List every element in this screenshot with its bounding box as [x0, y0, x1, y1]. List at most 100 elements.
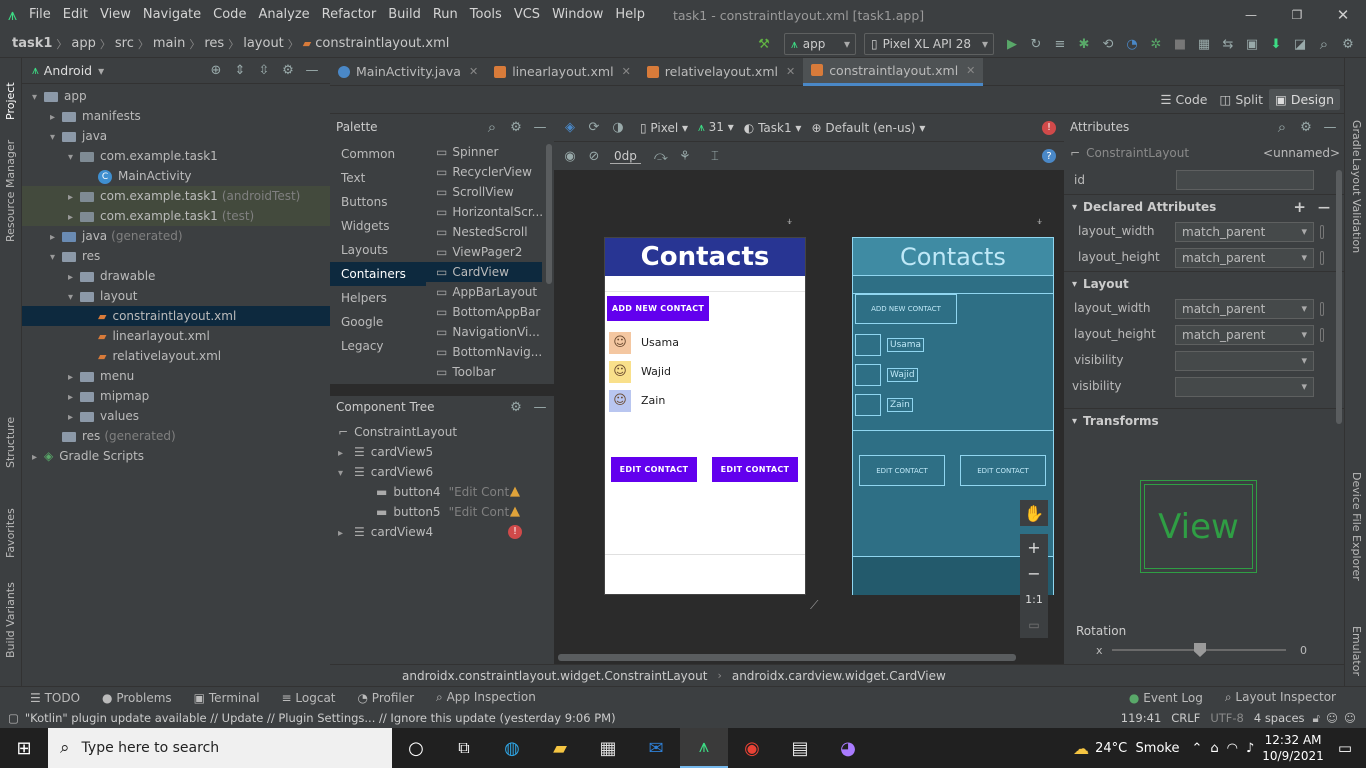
app-inspection-tool[interactable]: ⌕ App Inspection: [436, 690, 536, 705]
help-icon[interactable]: ?: [1042, 149, 1056, 163]
contact-item[interactable]: ☺ Wajid: [609, 357, 799, 386]
chrome-icon[interactable]: ◉: [728, 738, 776, 759]
rotation-slider[interactable]: [1112, 643, 1286, 657]
breadcrumb-item[interactable]: androidx.constraintlayout.widget.Constra…: [402, 669, 707, 683]
palette-item[interactable]: ▭ CardView: [426, 262, 542, 282]
split-mode-button[interactable]: ◫ Split: [1214, 92, 1270, 107]
tab-relativelayout-xml[interactable]: relativelayout.xml ✕: [639, 58, 803, 86]
tree-item[interactable]: ▸ mipmap: [22, 386, 330, 406]
expand-arrow-icon[interactable]: ▸: [50, 108, 62, 128]
contact-item[interactable]: ☺ Usama: [609, 328, 799, 357]
tree-root[interactable]: ⌐ ConstraintLayout: [338, 422, 457, 442]
resource-picker-icon[interactable]: [1320, 302, 1324, 316]
palette-item[interactable]: ▭ NestedScroll: [426, 222, 542, 242]
tree-item[interactable]: ▸ drawable: [22, 266, 330, 286]
expand-arrow-icon[interactable]: ▸: [68, 368, 80, 388]
component-node[interactable]: ▸ ☰ cardView5: [330, 442, 554, 462]
tree-item[interactable]: ▸ com.example.task1 (androidTest): [22, 186, 330, 206]
taskbar-search[interactable]: ⌕ Type here to search: [48, 728, 392, 768]
hide-panel-icon[interactable]: —: [528, 116, 552, 138]
theme-dropdown[interactable]: ◐ Task1 ▾: [744, 121, 802, 135]
edge-icon[interactable]: ◍: [488, 738, 536, 759]
layout-section-header[interactable]: ▾ Layout: [1064, 272, 1344, 296]
tree-item[interactable]: ▾ res: [22, 246, 330, 266]
tool-gradle[interactable]: Gradle: [1350, 120, 1363, 157]
rotation-slider-thumb[interactable]: [1194, 643, 1206, 657]
event-log-tool[interactable]: ● Event Log: [1129, 691, 1203, 705]
close-window-button[interactable]: ✕: [1320, 6, 1366, 24]
zoom-one-to-one-button[interactable]: 1:1: [1020, 586, 1048, 612]
tree-item[interactable]: ▾ com.example.task1: [22, 146, 330, 166]
todo-tool[interactable]: ☰ TODO: [30, 691, 80, 705]
palette-category[interactable]: Layouts: [330, 238, 426, 262]
attach-debugger-icon[interactable]: ⟲: [1096, 33, 1120, 55]
palette-category[interactable]: Common: [330, 142, 426, 166]
restore-button[interactable]: ❐: [1274, 8, 1320, 22]
component-node[interactable]: ▬ button5 "Edit Cont... ▲: [330, 502, 554, 522]
zoom-in-icon[interactable]: +: [1020, 534, 1048, 560]
tab-constraintlayout-xml[interactable]: constraintlayout.xml ✕: [803, 57, 984, 86]
blueprint-add-button[interactable]: ADD NEW CONTACT: [855, 294, 957, 324]
notifications-icon[interactable]: ▭: [1338, 739, 1352, 757]
attribute-value-dropdown[interactable]: match_parent: [1175, 325, 1314, 345]
warning-icon[interactable]: ▲: [508, 504, 522, 519]
edit-contact-button[interactable]: EDIT CONTACT: [712, 457, 798, 482]
encoding[interactable]: UTF-8: [1210, 711, 1244, 725]
cursor-position[interactable]: 119:41: [1121, 711, 1161, 725]
eye-icon[interactable]: ◉: [558, 145, 582, 167]
api-dropdown[interactable]: ⩚ 31 ▾: [698, 120, 734, 135]
breadcrumb-item[interactable]: main: [153, 36, 185, 51]
network-icon[interactable]: ⌂: [1210, 741, 1218, 756]
android-studio-taskbar-icon[interactable]: ⩚: [680, 728, 728, 768]
menu-window[interactable]: Window: [546, 0, 609, 30]
tree-item[interactable]: ▾ java: [22, 126, 330, 146]
status-message[interactable]: "Kotlin" plugin update available // Upda…: [25, 711, 616, 725]
close-tab-icon[interactable]: ✕: [622, 65, 631, 78]
error-icon[interactable]: !: [1042, 120, 1056, 135]
add-new-contact-button[interactable]: ADD NEW CONTACT: [607, 296, 709, 321]
menu-tools[interactable]: Tools: [464, 0, 508, 30]
transforms-section-header[interactable]: ▾ Transforms: [1064, 409, 1344, 433]
settings-icon[interactable]: ⚙: [1336, 33, 1360, 55]
palette-item[interactable]: ▭ BottomAppBar: [426, 302, 542, 322]
chevron-down-icon[interactable]: ▾: [98, 64, 104, 78]
declared-attributes-header[interactable]: ▾ Declared Attributes + —: [1064, 195, 1344, 219]
search-icon[interactable]: ⌕: [1312, 33, 1336, 55]
breadcrumb-item[interactable]: src: [115, 36, 134, 51]
attribute-value-dropdown[interactable]: [1175, 351, 1314, 371]
breadcrumb-item[interactable]: task1: [12, 36, 52, 51]
minimize-button[interactable]: —: [1228, 8, 1274, 22]
menu-code[interactable]: Code: [207, 0, 252, 30]
design-preview[interactable]: Contacts ADD NEW CONTACT ☺ Usama ☺ Wajid ☺ Za…: [604, 237, 806, 595]
task-view-icon[interactable]: ⧉: [440, 738, 488, 758]
tool-layout-validation[interactable]: Layout Validation: [1350, 158, 1363, 253]
close-tab-icon[interactable]: ✕: [966, 64, 975, 77]
expand-arrow-icon[interactable]: ▸: [50, 228, 62, 248]
component-node[interactable]: ▬ button4 "Edit Cont... ▲: [330, 482, 554, 502]
attribute-value-dropdown[interactable]: [1175, 377, 1314, 397]
face-icon[interactable]: ☺: [1344, 711, 1356, 725]
github-icon[interactable]: ◕: [824, 738, 872, 759]
wifi-icon[interactable]: ◠: [1227, 741, 1238, 756]
edit-contact-button[interactable]: EDIT CONTACT: [611, 457, 697, 482]
gear-icon[interactable]: ⚙: [1294, 116, 1318, 138]
align-icon[interactable]: ⌶: [703, 145, 727, 167]
palette-item[interactable]: ▭ AppBarLayout: [426, 282, 542, 302]
default-margin[interactable]: 0dp: [610, 149, 641, 164]
blueprint-edit-button[interactable]: EDIT CONTACT: [859, 455, 945, 486]
breadcrumb-item[interactable]: constraintlayout.xml: [315, 36, 449, 51]
file-explorer-icon[interactable]: ▰: [536, 738, 584, 759]
expand-arrow-icon[interactable]: ▾: [50, 248, 62, 268]
tree-item[interactable]: ▰ constraintlayout.xml: [22, 306, 330, 326]
pan-hand-icon[interactable]: ✋: [1020, 500, 1048, 526]
expand-arrow-icon[interactable]: ▾: [50, 128, 62, 148]
canvas-h-scrollbar[interactable]: [558, 654, 1016, 661]
palette-scrollbar[interactable]: [546, 144, 552, 284]
device-select[interactable]: ▯ Pixel XL API 28 ▾: [864, 33, 994, 55]
search-icon[interactable]: ⌕: [1270, 116, 1294, 138]
menu-view[interactable]: View: [94, 0, 137, 30]
tab-mainactivity-java[interactable]: MainActivity.java ✕: [330, 58, 486, 86]
apply-changes-icon[interactable]: ↻: [1024, 33, 1048, 55]
profiler-tool[interactable]: ◔ Profiler: [358, 691, 415, 705]
palette-category[interactable]: Containers: [330, 262, 426, 286]
